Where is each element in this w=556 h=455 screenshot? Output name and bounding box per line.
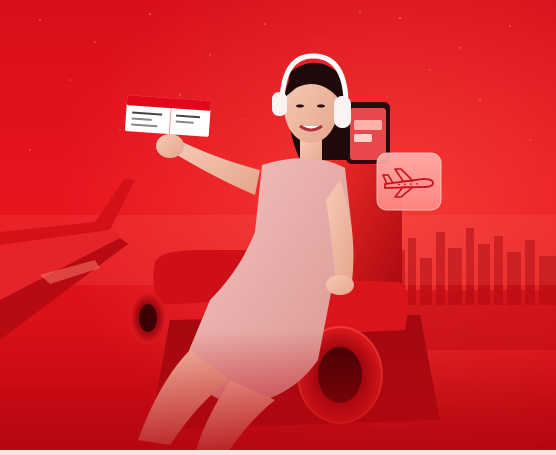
banner-artwork (0, 0, 556, 455)
promo-banner[interactable] (0, 0, 556, 455)
flight-app-card[interactable] (376, 152, 442, 211)
boarding-pass-icon (124, 95, 212, 137)
bottom-fade (0, 330, 556, 455)
